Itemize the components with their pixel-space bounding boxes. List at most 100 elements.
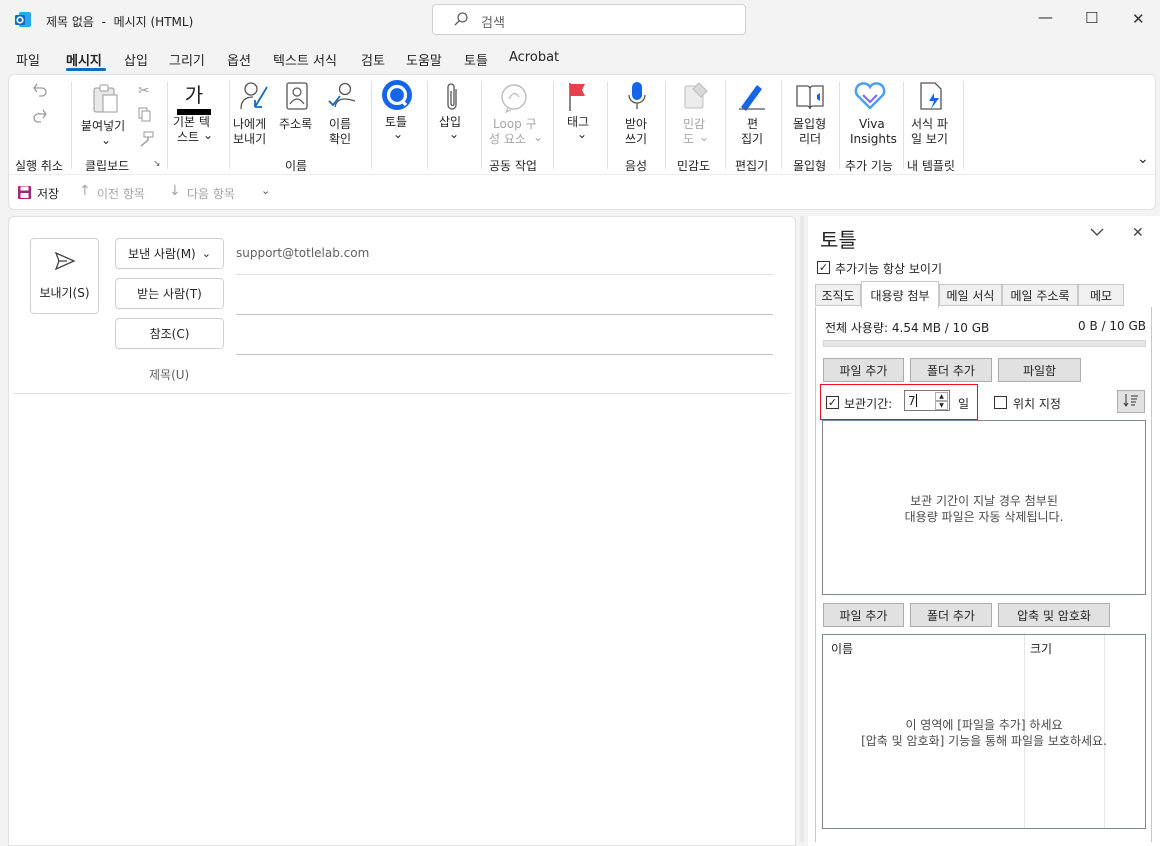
check-names-icon[interactable] (327, 81, 357, 114)
tab-org-chart[interactable]: 조직도 (815, 284, 861, 306)
pane-close-icon[interactable]: ✕ (1132, 225, 1144, 241)
file-list[interactable]: 이름 크기 이 영역에 [파일을 추가] 하세요 [압축 및 암호화] 기능을 … (822, 634, 1146, 829)
tab-mail-template[interactable]: 메일 서식 (939, 284, 1002, 306)
address-book-button[interactable]: 주소록 (279, 117, 312, 132)
spin-down-button[interactable]: ▼ (935, 401, 948, 410)
divider (725, 81, 726, 169)
retention-input[interactable]: 7 ▲ ▼ (904, 390, 950, 411)
location-checkbox[interactable] (994, 396, 1007, 409)
retention-checkbox[interactable]: ✓ (826, 396, 839, 409)
basic-text-chevron-icon: ⌄ (203, 128, 214, 142)
next-arrow-icon: ↓ (169, 183, 181, 199)
menu-format-text[interactable]: 텍스트 서식 (273, 50, 337, 69)
send-button[interactable]: 보내기(S) (30, 238, 99, 314)
add-folder-button[interactable]: 폴더 추가 (910, 358, 992, 382)
menu-totle[interactable]: 토틀 (464, 50, 488, 69)
templates-group-label: 내 템플릿 (907, 159, 955, 173)
redo-icon[interactable] (31, 107, 49, 128)
basic-text-icon[interactable]: 가 (177, 79, 211, 115)
save-button[interactable]: 저장 (37, 185, 59, 202)
next-item-button[interactable]: 다음 항목 (187, 185, 235, 202)
menu-options[interactable]: 옵션 (227, 50, 251, 69)
loop-icon[interactable] (499, 83, 529, 116)
menu-acrobat[interactable]: Acrobat (509, 50, 559, 65)
close-button[interactable]: ✕ (1132, 10, 1145, 28)
paste-chevron-icon: ⌄ (101, 133, 112, 147)
cut-icon[interactable]: ✂ (138, 83, 150, 99)
sort-icon (1123, 393, 1139, 410)
maximize-button[interactable]: ☐ (1085, 9, 1098, 27)
insert-chevron-icon: ⌄ (449, 127, 460, 141)
scrollbar-track[interactable] (800, 216, 804, 842)
menu-draw[interactable]: 그리기 (169, 50, 205, 69)
column-header-size[interactable]: 크기 (1030, 640, 1052, 657)
menu-file[interactable]: 파일 (16, 50, 40, 69)
tab-large-attachment[interactable]: 대용량 첨부 (861, 281, 939, 308)
editor-icon[interactable] (737, 81, 767, 114)
file-box-button[interactable]: 파일함 (998, 358, 1081, 382)
from-value: support@totlelab.com (236, 246, 370, 260)
zip-encrypt-button[interactable]: 압축 및 암호화 (998, 603, 1110, 627)
spin-up-button[interactable]: ▲ (935, 392, 948, 401)
menu-review[interactable]: 검토 (361, 50, 385, 69)
templates-icon[interactable] (919, 81, 945, 114)
minimize-button[interactable]: — (1038, 8, 1053, 26)
undo-icon[interactable] (31, 81, 49, 102)
paste-button[interactable]: 붙여넣기 (81, 119, 125, 134)
search-box[interactable]: 검색 (432, 4, 746, 35)
send-to-me-label-1: 나에게 (233, 117, 267, 131)
cc-field[interactable] (236, 354, 773, 355)
pane-collapse-chevron-icon[interactable] (1089, 226, 1105, 241)
to-field[interactable] (236, 314, 773, 315)
prev-arrow-icon: ↑ (79, 183, 91, 199)
copy-icon[interactable] (138, 107, 152, 126)
retention-label: 보관기간: (844, 397, 893, 411)
tab-mail-address-book[interactable]: 메일 주소록 (1002, 284, 1078, 306)
paste-icon[interactable] (91, 83, 121, 118)
send-label: 보내기(S) (39, 286, 90, 300)
attach-icon[interactable] (443, 81, 461, 116)
sort-button[interactable] (1117, 390, 1145, 413)
add-file-button-2[interactable]: 파일 추가 (823, 603, 904, 627)
menu-message[interactable]: 메시지 (66, 50, 102, 69)
retention-value: 7 (908, 394, 916, 408)
flag-icon[interactable] (567, 81, 589, 114)
viva-label-2: Insights (850, 132, 897, 146)
prev-item-button[interactable]: 이전 항목 (97, 185, 145, 202)
message-body[interactable] (13, 395, 791, 843)
dialog-launcher-icon[interactable]: ↘ (153, 159, 161, 169)
collab-group-label: 공동 작업 (489, 159, 537, 173)
microphone-icon[interactable] (627, 81, 647, 114)
cc-button[interactable]: 참조(C) (115, 318, 224, 349)
from-button[interactable]: 보낸 사람(M) ⌄ (115, 238, 224, 269)
column-header-name[interactable]: 이름 (831, 640, 853, 657)
ribbon-expand-chevron-icon[interactable]: ⌄ (1137, 151, 1149, 167)
menu-insert[interactable]: 삽입 (124, 50, 148, 69)
send-to-me-icon[interactable] (239, 81, 269, 116)
qat-customize-icon[interactable]: ⌄ (261, 184, 270, 197)
divider (607, 81, 608, 169)
address-book-icon[interactable] (285, 81, 309, 114)
dictate-label-1: 받아 (625, 117, 648, 131)
divider (371, 81, 372, 169)
sensitivity-icon[interactable] (683, 81, 709, 114)
to-button[interactable]: 받는 사람(T) (115, 278, 224, 309)
totle-icon[interactable] (381, 79, 413, 114)
outlook-logo-icon (14, 11, 32, 29)
viva-insights-icon[interactable] (853, 81, 887, 114)
immersive-reader-icon[interactable] (795, 83, 827, 114)
add-folder-button-2[interactable]: 폴더 추가 (910, 603, 992, 627)
menu-help[interactable]: 도움말 (406, 50, 442, 69)
divider (229, 81, 230, 169)
tab-memo[interactable]: 메모 (1078, 284, 1124, 306)
viva-label-1: Viva (859, 117, 885, 131)
divider (481, 81, 482, 169)
divider (71, 81, 72, 169)
save-icon[interactable] (17, 185, 32, 203)
editor-label-1: 편 (747, 117, 759, 131)
dictate-label-2: 쓰기 (625, 132, 648, 146)
always-show-checkbox[interactable]: ✓ (817, 261, 830, 274)
templates-label-1: 서식 파 (911, 117, 948, 131)
add-file-button[interactable]: 파일 추가 (823, 358, 904, 382)
format-painter-icon[interactable] (138, 131, 154, 150)
